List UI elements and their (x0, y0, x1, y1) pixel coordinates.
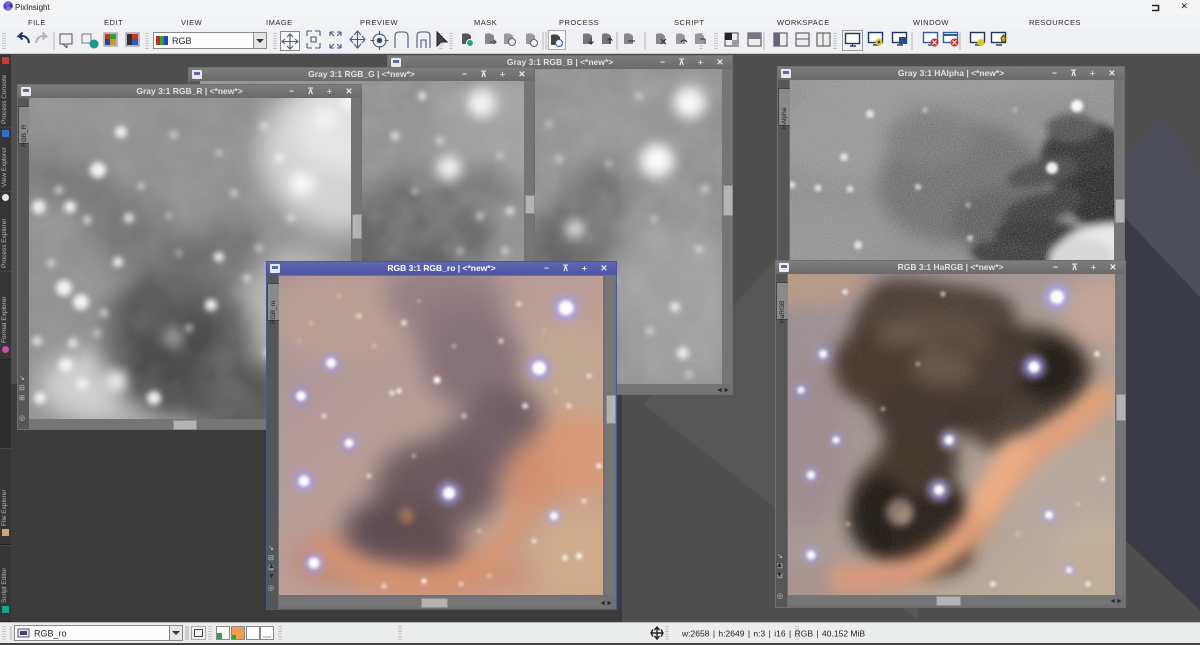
svg-text:w:2658 | h:2649 | n:3 |: w:2658 | h:2649 | n:3 | i16 | RGB | 40.1… (681, 629, 865, 639)
svg-text:RGB_ro: RGB_ro (34, 629, 67, 639)
svg-text:RGB: RGB (172, 36, 192, 46)
